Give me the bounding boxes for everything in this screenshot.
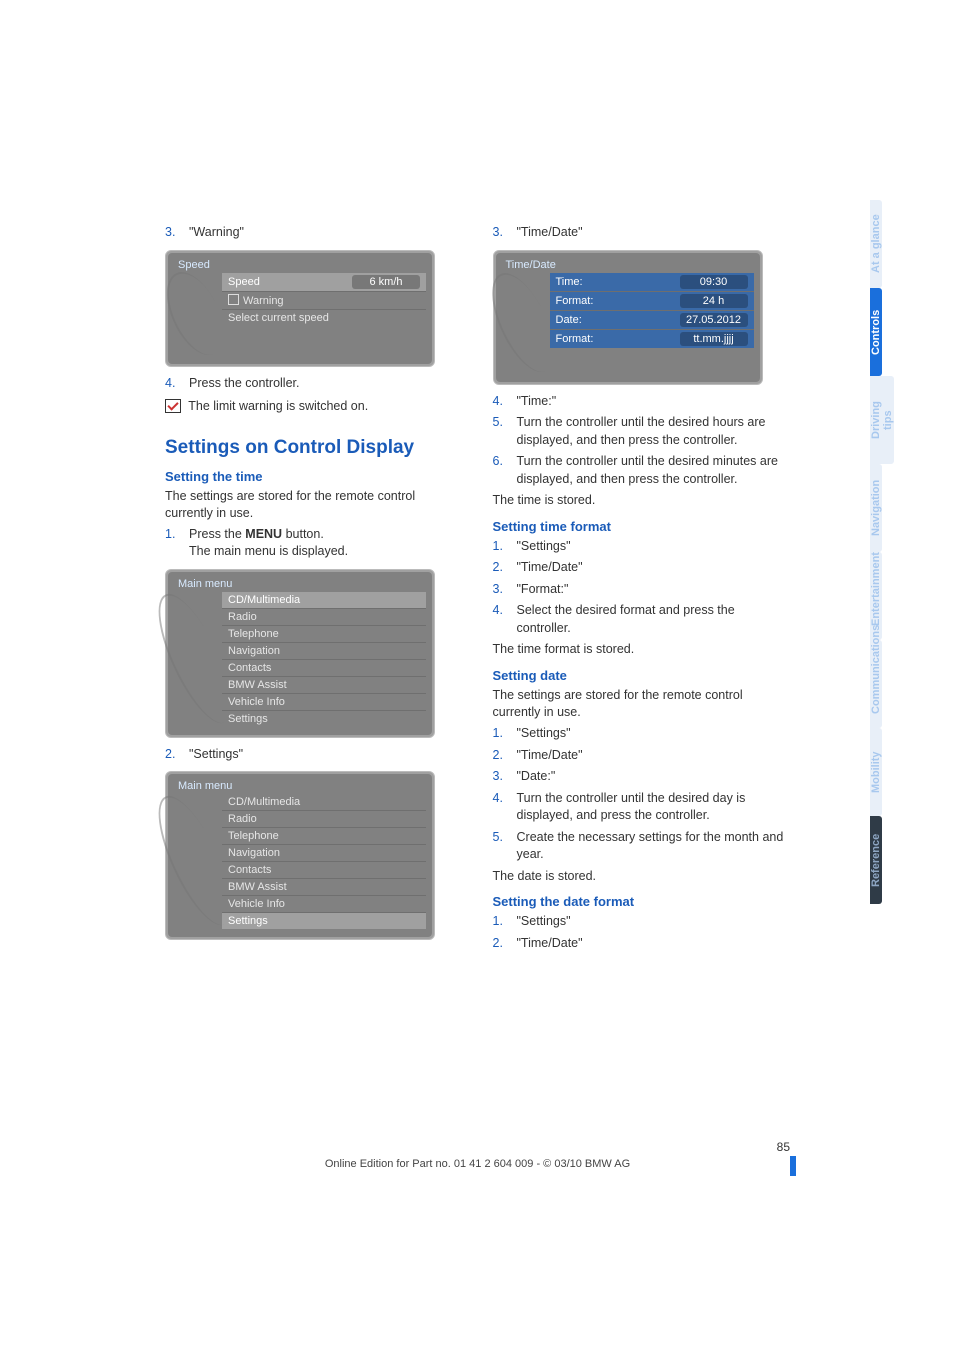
fig-row-value: 6 km/h <box>352 275 420 289</box>
list-text: Turn the controller until the desired da… <box>517 791 746 823</box>
fig-title: Main menu <box>178 578 232 590</box>
tab-navigation[interactable]: Navigation <box>870 464 882 552</box>
page-content: 3."Warning" Speed Speed 6 km/h Warning S… <box>165 220 790 956</box>
tab-communications[interactable]: Communications <box>870 640 882 728</box>
fig-row-value: 27.05.2012 <box>680 313 748 327</box>
figure-timedate: Time/Date Time: 09:30 Format: 24 h Date: <box>493 250 763 385</box>
list-text: "Settings" <box>517 539 571 553</box>
heading-settings: Settings on Control Display <box>165 437 463 459</box>
fig-row-label: Time: <box>556 276 583 288</box>
list-text: "Time/Date" <box>517 748 583 762</box>
heading-set-time: Setting the time <box>165 469 463 484</box>
fig-title: Main menu <box>178 780 232 792</box>
fig-row-label: Radio <box>228 813 257 825</box>
right-column: 3."Time/Date" Time/Date Time: 09:30 Form… <box>493 220 791 956</box>
heading-date: Setting date <box>493 668 791 683</box>
fig-row-label: Date: <box>556 314 582 326</box>
list-text: "Settings" <box>517 726 571 740</box>
fig-row-label: Navigation <box>228 847 280 859</box>
fig-row-label: Settings <box>228 915 268 927</box>
list-text: "Time/Date" <box>517 560 583 574</box>
figure-speed: Speed Speed 6 km/h Warning Select curren… <box>165 250 435 367</box>
list-text: Press the controller. <box>189 376 299 390</box>
page-number: 85 <box>777 1140 790 1154</box>
fig-row-label: Format: <box>556 295 594 307</box>
check-icon <box>165 399 181 413</box>
fig-row-label: Telephone <box>228 830 279 842</box>
tab-controls[interactable]: Controls <box>870 288 882 376</box>
fig-row-value: tt.mm.jjjj <box>680 332 748 346</box>
footer-text: Online Edition for Part no. 01 41 2 604 … <box>325 1158 630 1170</box>
list-text: "Format:" <box>517 582 569 596</box>
list-text: Turn the controller until the desired mi… <box>517 454 778 486</box>
list-text: "Settings" <box>189 747 243 761</box>
body-text: The date is stored. <box>493 868 791 885</box>
heading-date-format: Setting the date format <box>493 894 791 909</box>
fig-row-label: CD/Multimedia <box>228 796 300 808</box>
list-text: "Warning" <box>189 225 244 239</box>
footer: 85 Online Edition for Part no. 01 41 2 6… <box>165 1158 790 1170</box>
page-mark-icon <box>790 1156 796 1176</box>
side-tabs: At a glance Controls Driving tips Naviga… <box>870 200 898 904</box>
fig-row-label: BMW Assist <box>228 881 287 893</box>
fig-row-label: Vehicle Info <box>228 696 285 708</box>
figure-mainmenu-2: Main menu CD/Multimedia Radio Telephone … <box>165 771 435 940</box>
fig-row-label: Contacts <box>228 662 271 674</box>
fig-row-value: 24 h <box>680 294 748 308</box>
body-text: The time format is stored. <box>493 641 791 658</box>
limit-note: The limit warning is switched on. <box>165 398 463 415</box>
figure-mainmenu-1: Main menu CD/Multimedia Radio Telephone … <box>165 569 435 738</box>
list-text: Press the MENU button. <box>189 527 324 541</box>
list-text: Create the necessary settings for the mo… <box>517 830 784 862</box>
fig-row-label: Telephone <box>228 628 279 640</box>
fig-row-label: CD/Multimedia <box>228 594 300 606</box>
tab-mobility[interactable]: Mobility <box>870 728 882 816</box>
list-text: "Time/Date" <box>517 936 583 950</box>
list-subtext: The main menu is displayed. <box>189 544 348 558</box>
fig-row-label: Speed <box>228 276 260 288</box>
left-column: 3."Warning" Speed Speed 6 km/h Warning S… <box>165 220 463 956</box>
fig-row-label: Select current speed <box>228 312 329 324</box>
list-text: "Date:" <box>517 769 556 783</box>
heading-time-format: Setting time format <box>493 519 791 534</box>
fig-row-label: Settings <box>228 713 268 725</box>
body-text: The settings are stored for the remote c… <box>493 687 791 721</box>
list-text: "Time:" <box>517 394 557 408</box>
fig-title: Speed <box>178 259 210 271</box>
body-text: The time is stored. <box>493 492 791 509</box>
fig-row-label: Vehicle Info <box>228 898 285 910</box>
list-text: Turn the controller until the desired ho… <box>517 415 766 447</box>
fig-row-label: Radio <box>228 611 257 623</box>
fig-row-value: 09:30 <box>680 275 748 289</box>
body-text: The settings are stored for the remote c… <box>165 488 463 522</box>
fig-row-label: BMW Assist <box>228 679 287 691</box>
list-text: Select the desired format and press the … <box>517 603 735 635</box>
list-text: "Settings" <box>517 914 571 928</box>
fig-row-label: Warning <box>243 295 284 307</box>
tab-at-a-glance[interactable]: At a glance <box>870 200 882 288</box>
fig-title: Time/Date <box>506 259 556 271</box>
fig-row-label: Format: <box>556 333 594 345</box>
fig-row-label: Contacts <box>228 864 271 876</box>
fig-row-label: Navigation <box>228 645 280 657</box>
list-text: "Time/Date" <box>517 225 583 239</box>
tab-driving-tips[interactable]: Driving tips <box>870 376 894 464</box>
tab-reference[interactable]: Reference <box>870 816 882 904</box>
